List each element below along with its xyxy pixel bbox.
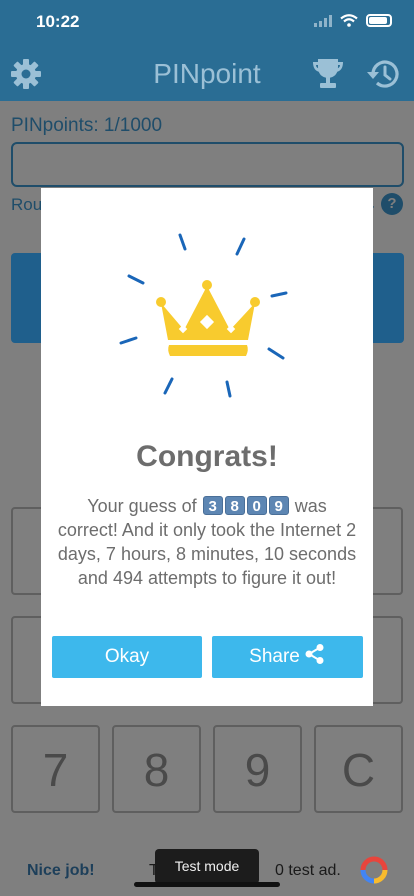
share-icon: [305, 644, 324, 664]
battery-icon: [366, 14, 392, 27]
share-button[interactable]: Share: [212, 636, 363, 678]
signal-icon: [314, 14, 332, 27]
app-header: 10:22 PINpoint: [0, 0, 414, 101]
pin-guess-input[interactable]: [11, 142, 404, 187]
ad-logo-icon: [360, 856, 388, 884]
status-time: 10:22: [36, 12, 80, 31]
wifi-icon: [340, 14, 358, 27]
message-pre: Your guess of: [87, 496, 197, 516]
round-label: Rou: [11, 195, 43, 214]
guess-digits: 3809: [202, 496, 290, 516]
share-label: Share: [249, 646, 300, 667]
guess-digit: 3: [202, 496, 223, 515]
dialog-title: Congrats!: [136, 440, 278, 473]
keypad-key-9[interactable]: 9: [213, 725, 302, 813]
okay-label: Okay: [104, 646, 150, 667]
keypad-key-7[interactable]: 7: [11, 725, 100, 813]
help-icon[interactable]: ?: [381, 193, 403, 215]
status-icons: [314, 14, 392, 27]
congrats-dialog: Congrats! Your guess of 3809 was correct…: [41, 188, 373, 706]
guess-digit: 9: [268, 496, 289, 515]
test-mode-badge: Test mode: [155, 849, 259, 884]
pinpoints-counter: PINpoints: 1/1000: [11, 115, 163, 136]
crown-icon: [119, 233, 288, 398]
trophy-icon[interactable]: [310, 57, 346, 89]
guess-digit: 0: [246, 496, 267, 515]
home-indicator: [134, 882, 280, 887]
keypad-key-8[interactable]: 8: [112, 725, 201, 813]
history-icon[interactable]: [366, 58, 400, 90]
app-title: PINpoint: [153, 58, 261, 89]
guess-digit: 8: [224, 496, 245, 515]
ad-text-end: 0 test ad.: [275, 862, 341, 879]
ad-headline: Nice job!: [27, 862, 95, 879]
dialog-message: Your guess of 3809 was correct! And it o…: [55, 494, 359, 590]
keypad-key-clear[interactable]: C: [314, 725, 403, 813]
okay-button[interactable]: Okay: [52, 636, 202, 678]
